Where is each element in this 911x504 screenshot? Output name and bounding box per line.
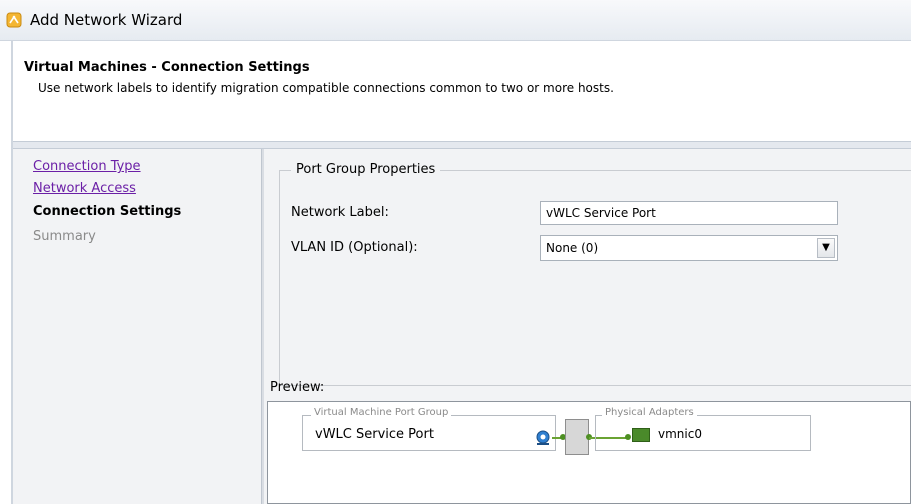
port-group-properties-legend: Port Group Properties: [291, 162, 441, 177]
preview-panel: Virtual Machine Port Group vWLC Service …: [267, 401, 911, 504]
vlan-id-caption: VLAN ID (Optional):: [291, 240, 418, 255]
network-label-input[interactable]: vWLC Service Port: [540, 201, 838, 225]
physical-adapters-box: [595, 415, 811, 451]
vm-port-group-legend: Virtual Machine Port Group: [311, 407, 452, 418]
wizard-content: Connection Type Network Access Connectio…: [13, 149, 911, 504]
wizard-step-nav: Connection Type Network Access Connectio…: [13, 149, 261, 504]
wizard-app-icon: [6, 12, 22, 28]
wizard-header: Virtual Machines - Connection Settings U…: [0, 41, 911, 141]
page-title: Virtual Machines - Connection Settings: [24, 60, 310, 75]
window-title: Add Network Wizard: [30, 11, 183, 29]
page-description: Use network labels to identify migration…: [38, 81, 614, 95]
vm-port-group-name: vWLC Service Port: [315, 427, 434, 442]
vlan-id-select[interactable]: None (0) ▼: [540, 235, 838, 261]
nav-divider: [261, 149, 264, 504]
nav-step-network-access[interactable]: Network Access: [33, 181, 136, 196]
network-adapter-icon: [632, 428, 650, 442]
header-separator: [13, 141, 911, 149]
physical-adapters-legend: Physical Adapters: [602, 407, 697, 418]
preview-label: Preview:: [270, 380, 325, 395]
virtual-machine-icon: [536, 430, 550, 445]
network-label-caption: Network Label:: [291, 205, 389, 220]
physical-adapter-name: vmnic0: [658, 427, 702, 441]
nav-step-connection-settings: Connection Settings: [33, 204, 182, 219]
nav-step-summary: Summary: [33, 229, 96, 244]
title-bar: Add Network Wizard: [0, 0, 911, 41]
vlan-id-value: None (0): [546, 241, 599, 255]
nav-step-connection-type[interactable]: Connection Type: [33, 159, 141, 174]
chevron-down-icon[interactable]: ▼: [817, 238, 835, 258]
